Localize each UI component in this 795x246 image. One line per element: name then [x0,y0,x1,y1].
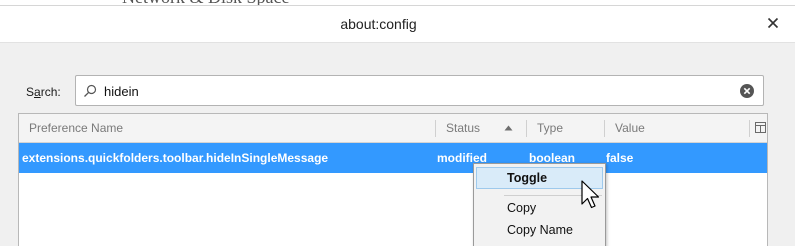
dialog-titlebar: about:config [0,5,795,43]
clear-icon[interactable] [739,83,755,99]
search-label-mnemonic: a [34,85,41,99]
menu-item-copy-label: Copy [507,201,537,215]
search-icon [83,84,97,98]
search-input[interactable] [104,81,724,101]
context-menu: Toggle Copy Copy Name [473,163,606,246]
config-dialog: about:config Sarch: Preference Name Stat… [0,5,795,246]
menu-item-copy-name[interactable]: Copy Name [476,219,603,241]
column-header-preference-name[interactable]: Preference Name [19,114,435,143]
table-header: Preference Name Status Type Value [19,114,767,143]
preferences-table[interactable]: Preference Name Status Type Value extens… [18,113,768,246]
search-label-mnemonic-prefix: S [26,85,35,99]
search-box[interactable] [75,75,764,106]
dialog-title: about:config [340,16,417,32]
menu-item-toggle-label: Toggle [507,171,548,185]
close-icon[interactable] [765,15,781,31]
table-row[interactable]: extensions.quickfolders.toolbar.hideInSi… [19,143,767,173]
search-label: Sarch: [26,85,61,99]
column-header-value[interactable]: Value [605,114,745,143]
column-header-type[interactable]: Type [527,114,604,143]
menu-item-copy[interactable]: Copy [476,197,603,219]
menu-item-copy-name-label: Copy Name [507,223,573,237]
cell-value: false [606,151,634,165]
search-label-rest: rch: [40,85,61,99]
menu-item-toggle[interactable]: Toggle [476,167,603,189]
column-picker-icon[interactable] [755,122,766,133]
sort-ascending-icon [504,125,513,131]
menu-separator [504,195,602,196]
cell-preference-name: extensions.quickfolders.toolbar.hideInSi… [22,151,329,165]
column-separator[interactable] [749,120,750,137]
